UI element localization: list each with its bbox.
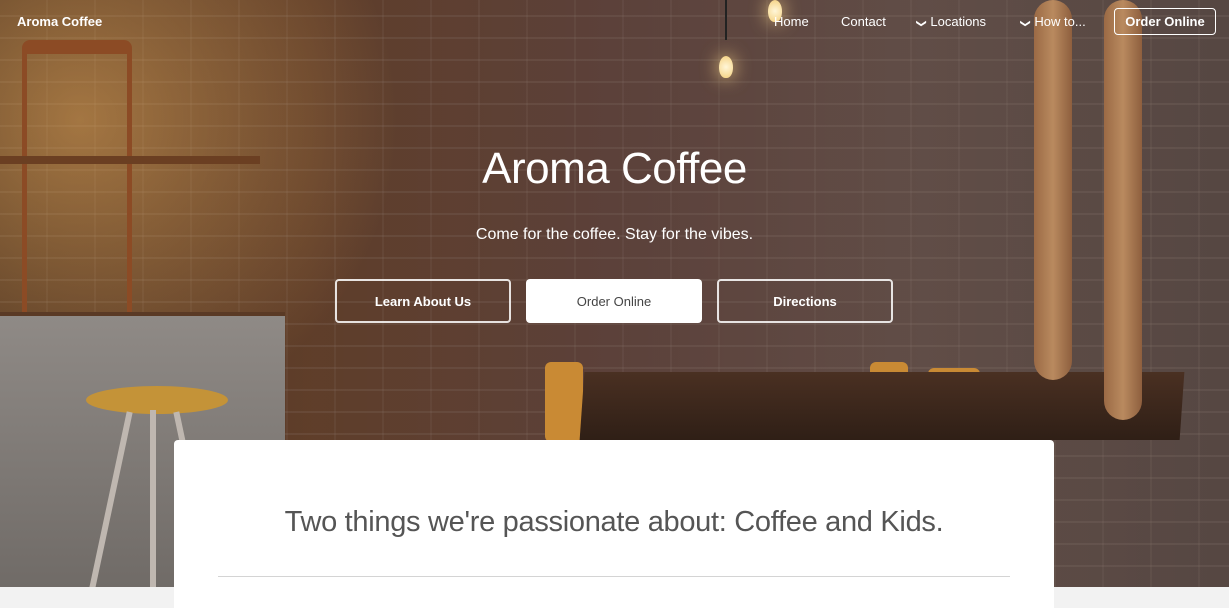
water-ski (1104, 0, 1142, 420)
chair (545, 362, 583, 442)
nav-contact-link[interactable]: Contact (841, 14, 886, 29)
nav-home-label: Home (774, 14, 809, 29)
divider (218, 576, 1010, 577)
nav-locations-label: Locations (930, 14, 987, 29)
wooden-table (579, 372, 1185, 440)
nav-home-link[interactable]: Home (774, 14, 809, 29)
directions-button[interactable]: Directions (717, 279, 893, 323)
nav-contact-label: Contact (841, 14, 886, 29)
nav-howto-dropdown[interactable]: ❯ How to... (1019, 14, 1086, 29)
nav-order-online-button[interactable]: Order Online (1114, 8, 1216, 35)
nav-locations-dropdown[interactable]: ❯ Locations (915, 14, 987, 29)
nav-howto-label: How to... (1034, 14, 1086, 29)
hero-title: Aroma Coffee (482, 144, 747, 193)
chevron-down-icon: ❯ (1019, 19, 1031, 28)
intro-heading: Two things we're passionate about: Coffe… (284, 506, 944, 538)
learn-about-us-button[interactable]: Learn About Us (335, 279, 511, 323)
bar-stool-seat (86, 386, 228, 414)
intro-card: Two things we're passionate about: Coffe… (174, 440, 1054, 608)
hero-subtitle: Come for the coffee. Stay for the vibes. (475, 226, 754, 243)
light-bulb (719, 56, 733, 78)
order-online-button[interactable]: Order Online (526, 279, 702, 323)
chevron-down-icon: ❯ (915, 19, 927, 28)
stool-leg (150, 410, 156, 587)
lamp-wire (725, 0, 727, 40)
brand-logo-text[interactable]: Aroma Coffee (17, 14, 102, 29)
